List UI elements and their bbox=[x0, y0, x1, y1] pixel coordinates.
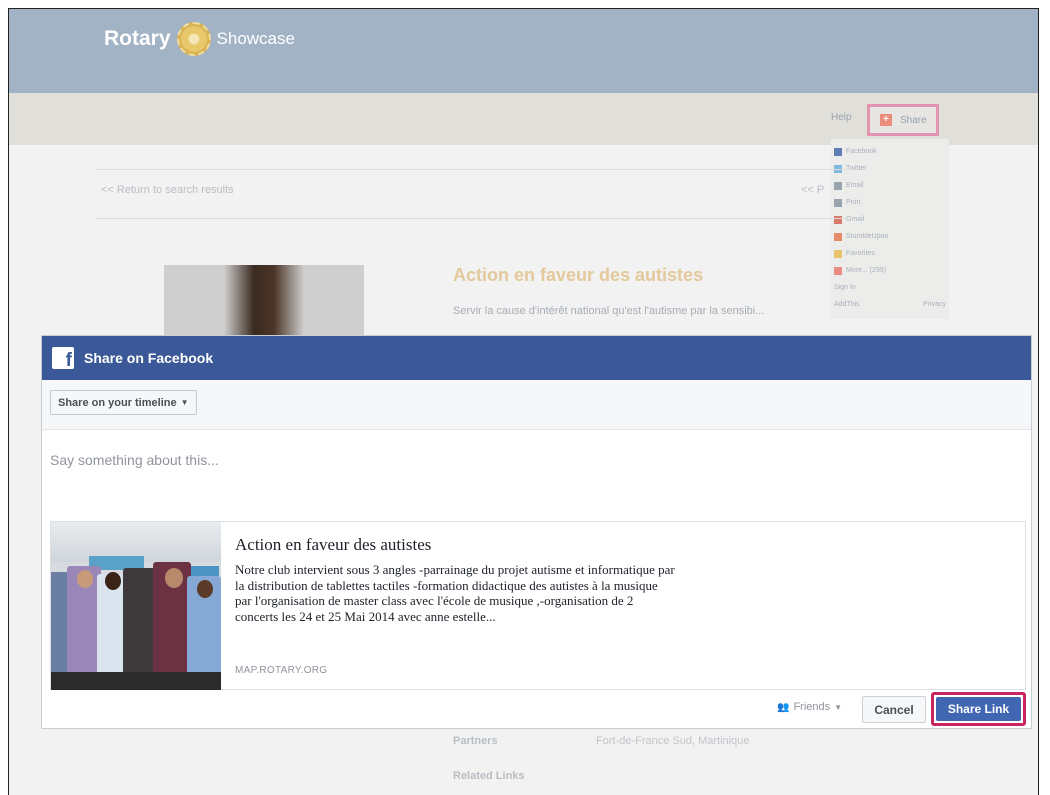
friends-icon: 👥 bbox=[777, 701, 790, 713]
message-input[interactable]: Say something about this... bbox=[50, 452, 219, 468]
share-menu-item-label: More... (295) bbox=[846, 267, 887, 274]
caret-down-icon: ▼ bbox=[834, 702, 843, 712]
audience-selector[interactable]: 👥 Friends ▼ bbox=[777, 701, 842, 713]
share-menu-item-label: Favorites bbox=[846, 250, 875, 257]
link-preview-description: Notre club intervient sous 3 angles -par… bbox=[235, 562, 675, 624]
share-link-button[interactable]: Share Link bbox=[936, 697, 1021, 721]
share-menu-item-label: Gmail bbox=[846, 216, 865, 223]
help-link[interactable]: Help bbox=[831, 112, 852, 123]
audience-label: Friends bbox=[793, 701, 831, 713]
project-photo bbox=[164, 265, 364, 337]
share-link-highlight: Share Link bbox=[931, 692, 1026, 726]
share-menu-item-email[interactable]: Email bbox=[834, 177, 946, 194]
project-description: Servir la cause d'intérêt national qu'es… bbox=[453, 305, 765, 317]
site-header: Rotary Showcase bbox=[9, 9, 1038, 93]
link-preview-image bbox=[51, 522, 221, 690]
return-to-search-link[interactable]: << Return to search results bbox=[101, 184, 234, 196]
facebook-icon bbox=[834, 147, 842, 156]
share-menu-item-facebook[interactable]: Facebook bbox=[834, 143, 946, 160]
previous-link[interactable]: << P bbox=[801, 184, 824, 196]
dialog-footer: 👥 Friends ▼ Cancel Share Link bbox=[42, 691, 1031, 729]
share-button[interactable]: + Share bbox=[867, 104, 939, 136]
sign-in-link[interactable]: Sign In bbox=[834, 279, 946, 296]
share-menu-item-label: Email bbox=[846, 182, 864, 189]
link-preview-domain: MAP.ROTARY.ORG bbox=[235, 665, 328, 676]
facebook-icon: f bbox=[52, 347, 74, 369]
share-menu-item-more[interactable]: More... (295) bbox=[834, 262, 946, 279]
privacy-link[interactable]: Privacy bbox=[923, 301, 946, 308]
share-menu-item-label: StumbleUpon bbox=[846, 233, 889, 240]
link-preview-title: Action en faveur des autistes bbox=[235, 535, 432, 554]
share-label: Share bbox=[900, 114, 927, 126]
share-dropdown-menu: Facebook Twitter Email Print Gmail Stumb… bbox=[831, 139, 949, 319]
facebook-share-dialog: f Share on Facebook Share on your timeli… bbox=[41, 335, 1032, 729]
dialog-toolbar: Share on your timeline ▼ bbox=[42, 380, 1031, 430]
share-menu-item-label: Print bbox=[846, 199, 861, 206]
share-menu-item-favorites[interactable]: Favorites bbox=[834, 245, 946, 262]
share-menu-item-gmail[interactable]: Gmail bbox=[834, 211, 946, 228]
rotary-wheel-icon bbox=[176, 22, 211, 56]
addthis-label: AddThis bbox=[834, 301, 860, 308]
plus-icon: + bbox=[880, 114, 892, 126]
share-menu-footer: AddThis Privacy bbox=[834, 296, 946, 313]
partners-value: Fort-de-France Sud, Martinique bbox=[596, 735, 750, 747]
share-menu-item-twitter[interactable]: Twitter bbox=[834, 160, 946, 177]
share-menu-item-print[interactable]: Print bbox=[834, 194, 946, 211]
caret-down-icon: ▼ bbox=[180, 398, 189, 407]
stumbleupon-icon bbox=[834, 232, 842, 241]
share-menu-item-label: Facebook bbox=[846, 148, 877, 155]
logo-suffix: Showcase bbox=[216, 29, 295, 48]
link-preview-card[interactable]: Action en faveur des autistes Notre club… bbox=[50, 521, 1026, 690]
rotary-logo[interactable]: Rotary Showcase bbox=[104, 22, 295, 56]
share-menu-item-label: Twitter bbox=[846, 165, 867, 172]
partners-label: Partners bbox=[453, 735, 498, 747]
dialog-header: f Share on Facebook bbox=[42, 336, 1031, 380]
share-destination-label: Share on your timeline bbox=[58, 396, 177, 409]
related-links-label: Related Links bbox=[453, 770, 525, 782]
favorites-icon bbox=[834, 249, 842, 258]
screenshot-frame: Rotary Showcase Help + Share Facebook Tw… bbox=[8, 8, 1039, 795]
share-menu-item-stumbleupon[interactable]: StumbleUpon bbox=[834, 228, 946, 245]
share-destination-dropdown[interactable]: Share on your timeline ▼ bbox=[50, 390, 197, 415]
project-title: Action en faveur des autistes bbox=[453, 265, 704, 285]
dialog-title: Share on Facebook bbox=[84, 350, 214, 366]
logo-text: Rotary bbox=[104, 27, 171, 50]
more-icon bbox=[834, 266, 842, 275]
cancel-button[interactable]: Cancel bbox=[862, 696, 926, 723]
